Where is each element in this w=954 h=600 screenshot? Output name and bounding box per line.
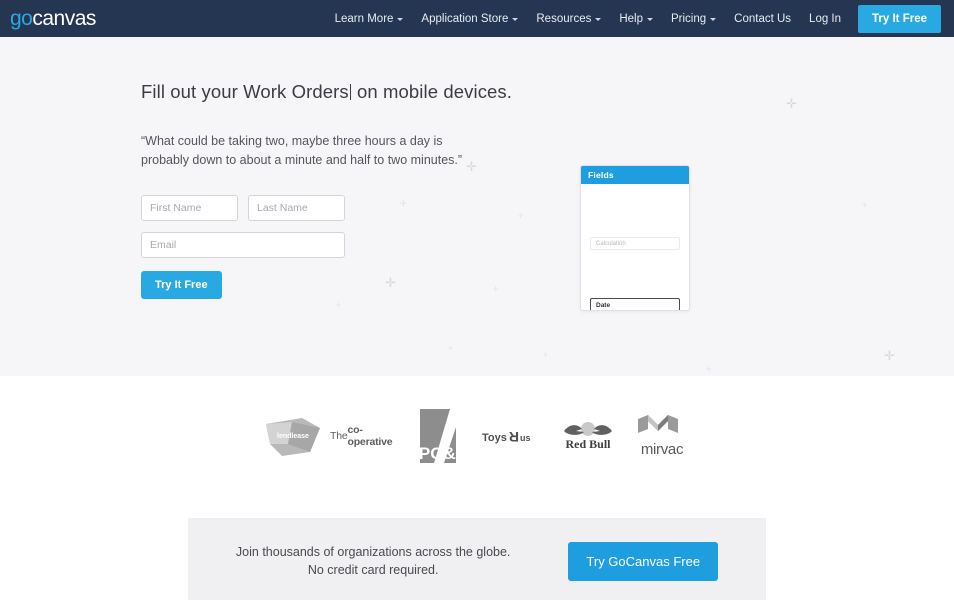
customer-logos-band: lendlease The co-operative PG&E Toys R u… (0, 376, 954, 496)
nav-item-label: Application Store (421, 12, 509, 25)
nav-try-it-free-button[interactable]: Try It Free (858, 4, 941, 33)
first-name-input[interactable] (141, 194, 238, 221)
form-try-it-free-button[interactable]: Try It Free (141, 270, 222, 299)
lendlease-logo-icon: lendlease (266, 418, 320, 456)
page-title-after: on mobile devices. (351, 81, 513, 102)
name-fields-row (141, 194, 345, 221)
nav-item-application-store[interactable]: Application Store (412, 13, 527, 25)
nav-item-label: Pricing (671, 12, 707, 25)
top-navigation-bar: go canvas Learn More Application Store Re… (0, 0, 954, 37)
nav-links: Learn More Application Store Resources H… (326, 0, 954, 37)
nav-item-label: Contact Us (734, 12, 792, 25)
logo-text-canvas: canvas (32, 6, 96, 30)
pge-logo-icon: PG&E (420, 409, 466, 463)
text-cursor (349, 84, 351, 100)
sparkle-icon: ✛ (706, 367, 712, 373)
mirvac-logo-text: mirvac (640, 440, 684, 458)
coop-logo-text-thin: The (330, 430, 348, 442)
nav-item-contact-us[interactable]: Contact Us (725, 13, 800, 25)
bottom-cta-band: Join thousands of organizations across t… (0, 496, 954, 600)
svg-text:PG&E: PG&E (420, 444, 466, 463)
nav-item-learn-more[interactable]: Learn More (326, 13, 413, 25)
svg-text:R: R (509, 429, 519, 445)
cta-line-1: Join thousands of organizations across t… (235, 544, 511, 559)
gocanvas-logo[interactable]: go canvas (10, 7, 96, 31)
sparkle-icon: ✛ (336, 303, 342, 309)
try-gocanvas-free-button[interactable]: Try GoCanvas Free (568, 541, 719, 581)
logo-mirvac: mirvac (632, 414, 692, 458)
svg-text:Red Bull: Red Bull (565, 437, 611, 451)
nav-item-pricing[interactable]: Pricing (662, 13, 725, 25)
logo-pge: PG&E (420, 409, 466, 463)
logo-toys-r-us: Toys R us (482, 426, 542, 446)
nav-item-label: Help (619, 12, 643, 25)
toys-r-us-logo-icon: Toys R us (482, 429, 531, 445)
chevron-down-icon (647, 18, 653, 21)
testimonial-quote: “What could be taking two, maybe three h… (141, 134, 463, 168)
nav-item-label: Log In (809, 12, 842, 25)
page-title: Fill out your Work Orders on mobile devi… (141, 81, 907, 103)
svg-text:Toys: Toys (482, 432, 507, 444)
chevron-down-icon (397, 18, 404, 21)
sparkle-icon: ✛ (448, 346, 454, 352)
sparkle-icon: ✛ (884, 348, 895, 363)
nav-item-resources[interactable]: Resources (527, 13, 610, 25)
nav-item-log-in[interactable]: Log In (800, 13, 850, 25)
logo-lendlease: lendlease (262, 414, 324, 458)
mockup-body: Calculation Date (581, 184, 689, 310)
sparkle-icon: ✛ (543, 353, 549, 359)
chevron-down-icon (710, 18, 717, 21)
svg-text:lendlease: lendlease (277, 433, 309, 440)
logo-red-bull: Red Bull (558, 421, 618, 451)
logo-the-co-operative: The co-operative (330, 424, 404, 448)
coop-logo-text-bold: co-operative (347, 424, 393, 448)
logo-text-go: go (10, 6, 33, 30)
mirvac-logo-icon (638, 414, 678, 433)
hero-content: Fill out your Work Orders on mobile devi… (47, 37, 907, 299)
page-title-before: Fill out your Work Orders (141, 81, 349, 102)
cta-text: Join thousands of organizations across t… (236, 543, 510, 579)
nav-item-label: Learn More (334, 12, 394, 25)
email-input[interactable] (141, 231, 345, 258)
hero-section: ✛ ✛ ✛ ✛ ✛ ✛ ✛ ✛ ✛ ✛ ✛ ✛ Fill out your Wo… (0, 37, 954, 376)
mockup-calculation-field[interactable]: Calculation (590, 237, 680, 250)
svg-text:us: us (520, 433, 531, 443)
chevron-down-icon (512, 18, 519, 21)
lead-capture-form: Try It Free (141, 194, 345, 299)
nav-item-label: Resources (536, 12, 592, 25)
mobile-form-mockup: Fields Calculation Date (580, 165, 690, 311)
mockup-header-fields: Fields (581, 166, 689, 184)
cta-box: Join thousands of organizations across t… (188, 518, 766, 600)
last-name-input[interactable] (248, 194, 345, 221)
red-bull-logo-icon: Red Bull (564, 422, 612, 451)
mockup-date-field[interactable]: Date (590, 298, 680, 310)
nav-item-help[interactable]: Help (610, 13, 662, 25)
cta-line-2: No credit card required. (307, 563, 439, 577)
chevron-down-icon (595, 18, 602, 21)
